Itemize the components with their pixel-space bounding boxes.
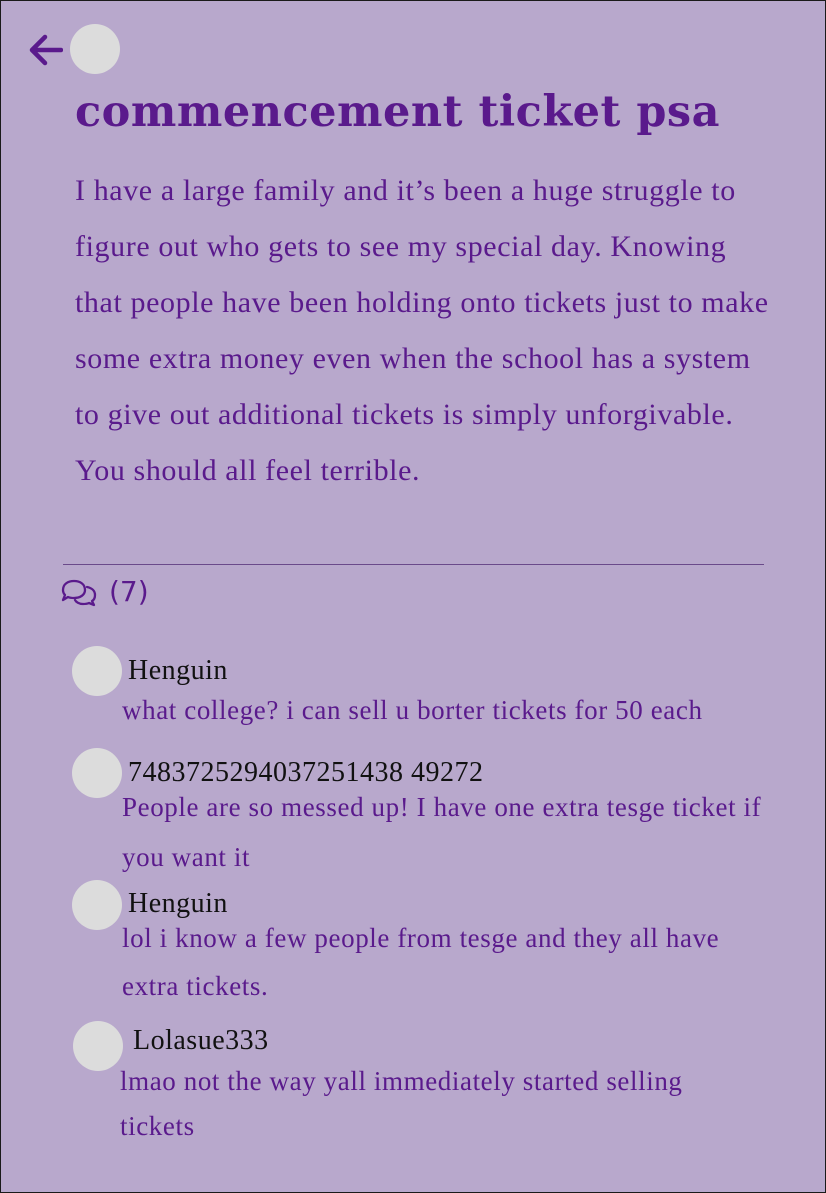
chat-bubbles-icon	[61, 579, 97, 606]
commenter-avatar[interactable]	[72, 646, 122, 696]
commenter-name[interactable]: Henguin	[128, 655, 228, 687]
divider	[63, 564, 764, 565]
arrow-left-icon	[29, 34, 64, 66]
post-title: commencement ticket psa	[75, 87, 720, 137]
post-body: I have a large family and it’s been a hu…	[75, 174, 769, 487]
author-avatar[interactable]	[70, 24, 120, 74]
comment-text: lmao not the way yall immediately starte…	[120, 1066, 683, 1141]
back-button[interactable]	[27, 33, 64, 67]
commenter-avatar[interactable]	[73, 1021, 123, 1071]
commenter-avatar[interactable]	[72, 748, 122, 798]
commenter-name[interactable]: Lolasue333	[133, 1025, 269, 1057]
comments-toggle[interactable]: (7)	[59, 575, 149, 608]
post-screen: commencement ticket psa I have a large f…	[0, 0, 826, 1193]
comment-text: People are so messed up! I have one extr…	[122, 792, 762, 872]
comment-text: lol i know a few people from tesge and t…	[122, 923, 720, 1001]
comment-count: (7)	[109, 575, 149, 608]
comment-text: what college? i can sell u borter ticket…	[122, 695, 703, 725]
commenter-avatar[interactable]	[72, 880, 122, 930]
